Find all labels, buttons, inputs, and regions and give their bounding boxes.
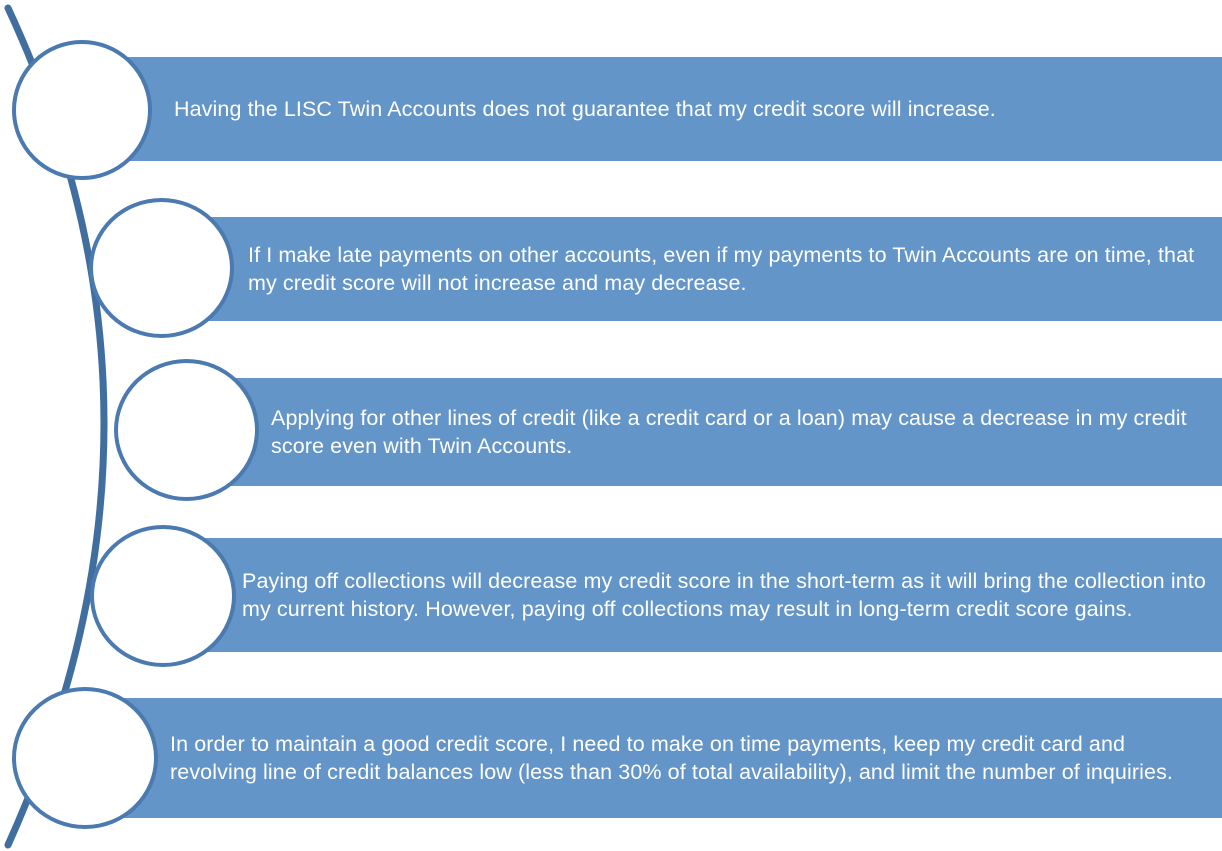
item-bar-3: Applying for other lines of credit (like… xyxy=(183,378,1222,486)
item-circle-1 xyxy=(12,40,152,180)
item-text-1: Having the LISC Twin Accounts does not g… xyxy=(174,97,996,121)
item-text-4: Paying off collections will decrease my … xyxy=(242,569,1206,621)
item-bar-1: Having the LISC Twin Accounts does not g… xyxy=(78,57,1222,161)
item-bar-2: If I make late payments on other account… xyxy=(158,217,1222,321)
item-text-2: If I make late payments on other account… xyxy=(248,243,1195,295)
item-circle-3 xyxy=(114,359,259,501)
item-circle-5 xyxy=(12,687,158,829)
item-bar-5: In order to maintain a good credit score… xyxy=(84,698,1222,818)
item-text-5: In order to maintain a good credit score… xyxy=(170,732,1173,784)
item-circle-2 xyxy=(89,198,234,338)
item-bar-4: Paying off collections will decrease my … xyxy=(160,538,1222,652)
item-circle-4 xyxy=(90,525,236,667)
item-text-3: Applying for other lines of credit (like… xyxy=(271,406,1187,458)
